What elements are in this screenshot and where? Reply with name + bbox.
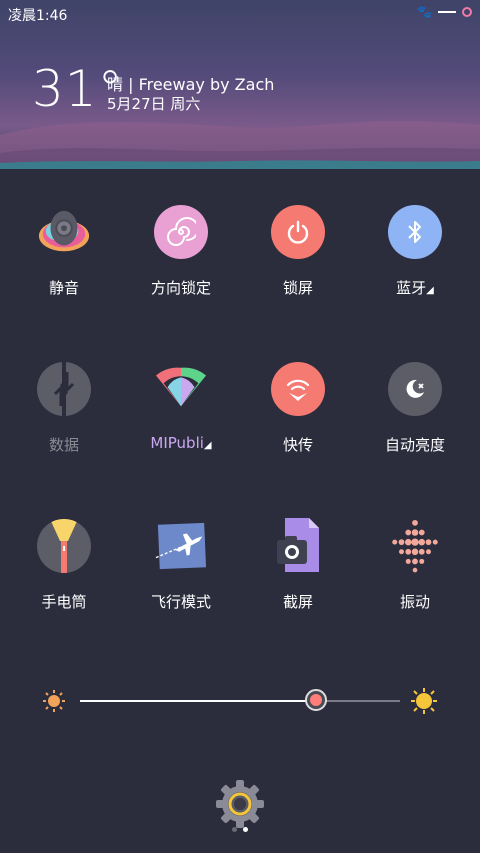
status-time: 凌晨1:46 (8, 8, 68, 24)
page-dot (232, 827, 237, 832)
camera-icon (271, 518, 325, 573)
tile-label: 蓝牙 (396, 279, 427, 297)
rotation-lock-icon (154, 205, 208, 259)
data-arrows-icon (37, 362, 91, 416)
brightness-low-icon (42, 689, 66, 717)
power-icon (271, 205, 325, 259)
page-indicator (232, 827, 248, 832)
tile-label: 自动亮度 (384, 436, 445, 454)
speaker-icon (37, 205, 91, 259)
tile-label: 锁屏 (282, 279, 313, 297)
tile-label: 飞行模式 (150, 593, 211, 611)
tile-screenshot[interactable]: 截屏 (238, 518, 358, 612)
tile-quick-share[interactable]: 快传 (238, 362, 358, 455)
notification-icon: 🐾 (417, 5, 432, 19)
slider-track-filled (80, 700, 318, 702)
tile-bluetooth[interactable]: 蓝牙◢ (355, 205, 475, 298)
tile-label: 截屏 (282, 593, 313, 611)
battery-icon (438, 11, 456, 13)
page-dot-active (243, 827, 248, 832)
slider-track-empty (318, 700, 400, 702)
tile-label: 快传 (282, 436, 313, 454)
tile-label: 振动 (399, 593, 430, 611)
bluetooth-icon (388, 205, 442, 259)
share-icon (271, 362, 325, 416)
tile-vibrate[interactable]: 振动 (355, 519, 475, 612)
tile-label: 手电筒 (41, 593, 87, 611)
weather-date[interactable]: 5月27日 周六 (107, 93, 200, 114)
tile-flashlight[interactable]: 手电筒 (4, 519, 124, 612)
slider-thumb[interactable] (305, 689, 327, 711)
tile-auto-brightness[interactable]: 自动亮度 (355, 362, 475, 455)
tile-label: 方向锁定 (150, 279, 211, 297)
settings-button[interactable] (216, 780, 264, 828)
weather-summary[interactable]: 晴 | Freeway by Zach (107, 71, 274, 95)
more-indicator: ◢ (203, 440, 212, 451)
tile-label: 数据 (48, 436, 79, 454)
tile-rotation-lock[interactable]: 方向锁定 (121, 205, 241, 298)
gear-icon (216, 780, 264, 828)
moon-icon (388, 362, 442, 416)
airplane-icon (154, 519, 208, 573)
tile-lock-screen[interactable]: 锁屏 (238, 205, 358, 298)
tile-wifi[interactable]: MIPubli◢ (121, 362, 241, 452)
brightness-high-icon (410, 687, 438, 719)
tile-label: MIPubli (150, 434, 204, 452)
tile-mobile-data[interactable]: 数据 (4, 362, 124, 455)
brightness-slider[interactable] (42, 686, 438, 716)
flashlight-icon (37, 519, 91, 573)
weather-header: 凌晨1:46 🐾 31° 晴 | Freeway by Zach 5月27日 周… (0, 0, 480, 185)
status-icons: 🐾 (417, 5, 472, 19)
vibrate-dots-icon (388, 519, 442, 573)
tile-label: 静音 (48, 279, 79, 297)
charging-icon (462, 7, 472, 17)
wifi-icon (154, 362, 208, 416)
tile-airplane-mode[interactable]: 飞行模式 (121, 519, 241, 612)
more-indicator: ◢ (426, 285, 434, 296)
tile-mute[interactable]: 静音 (4, 205, 124, 298)
